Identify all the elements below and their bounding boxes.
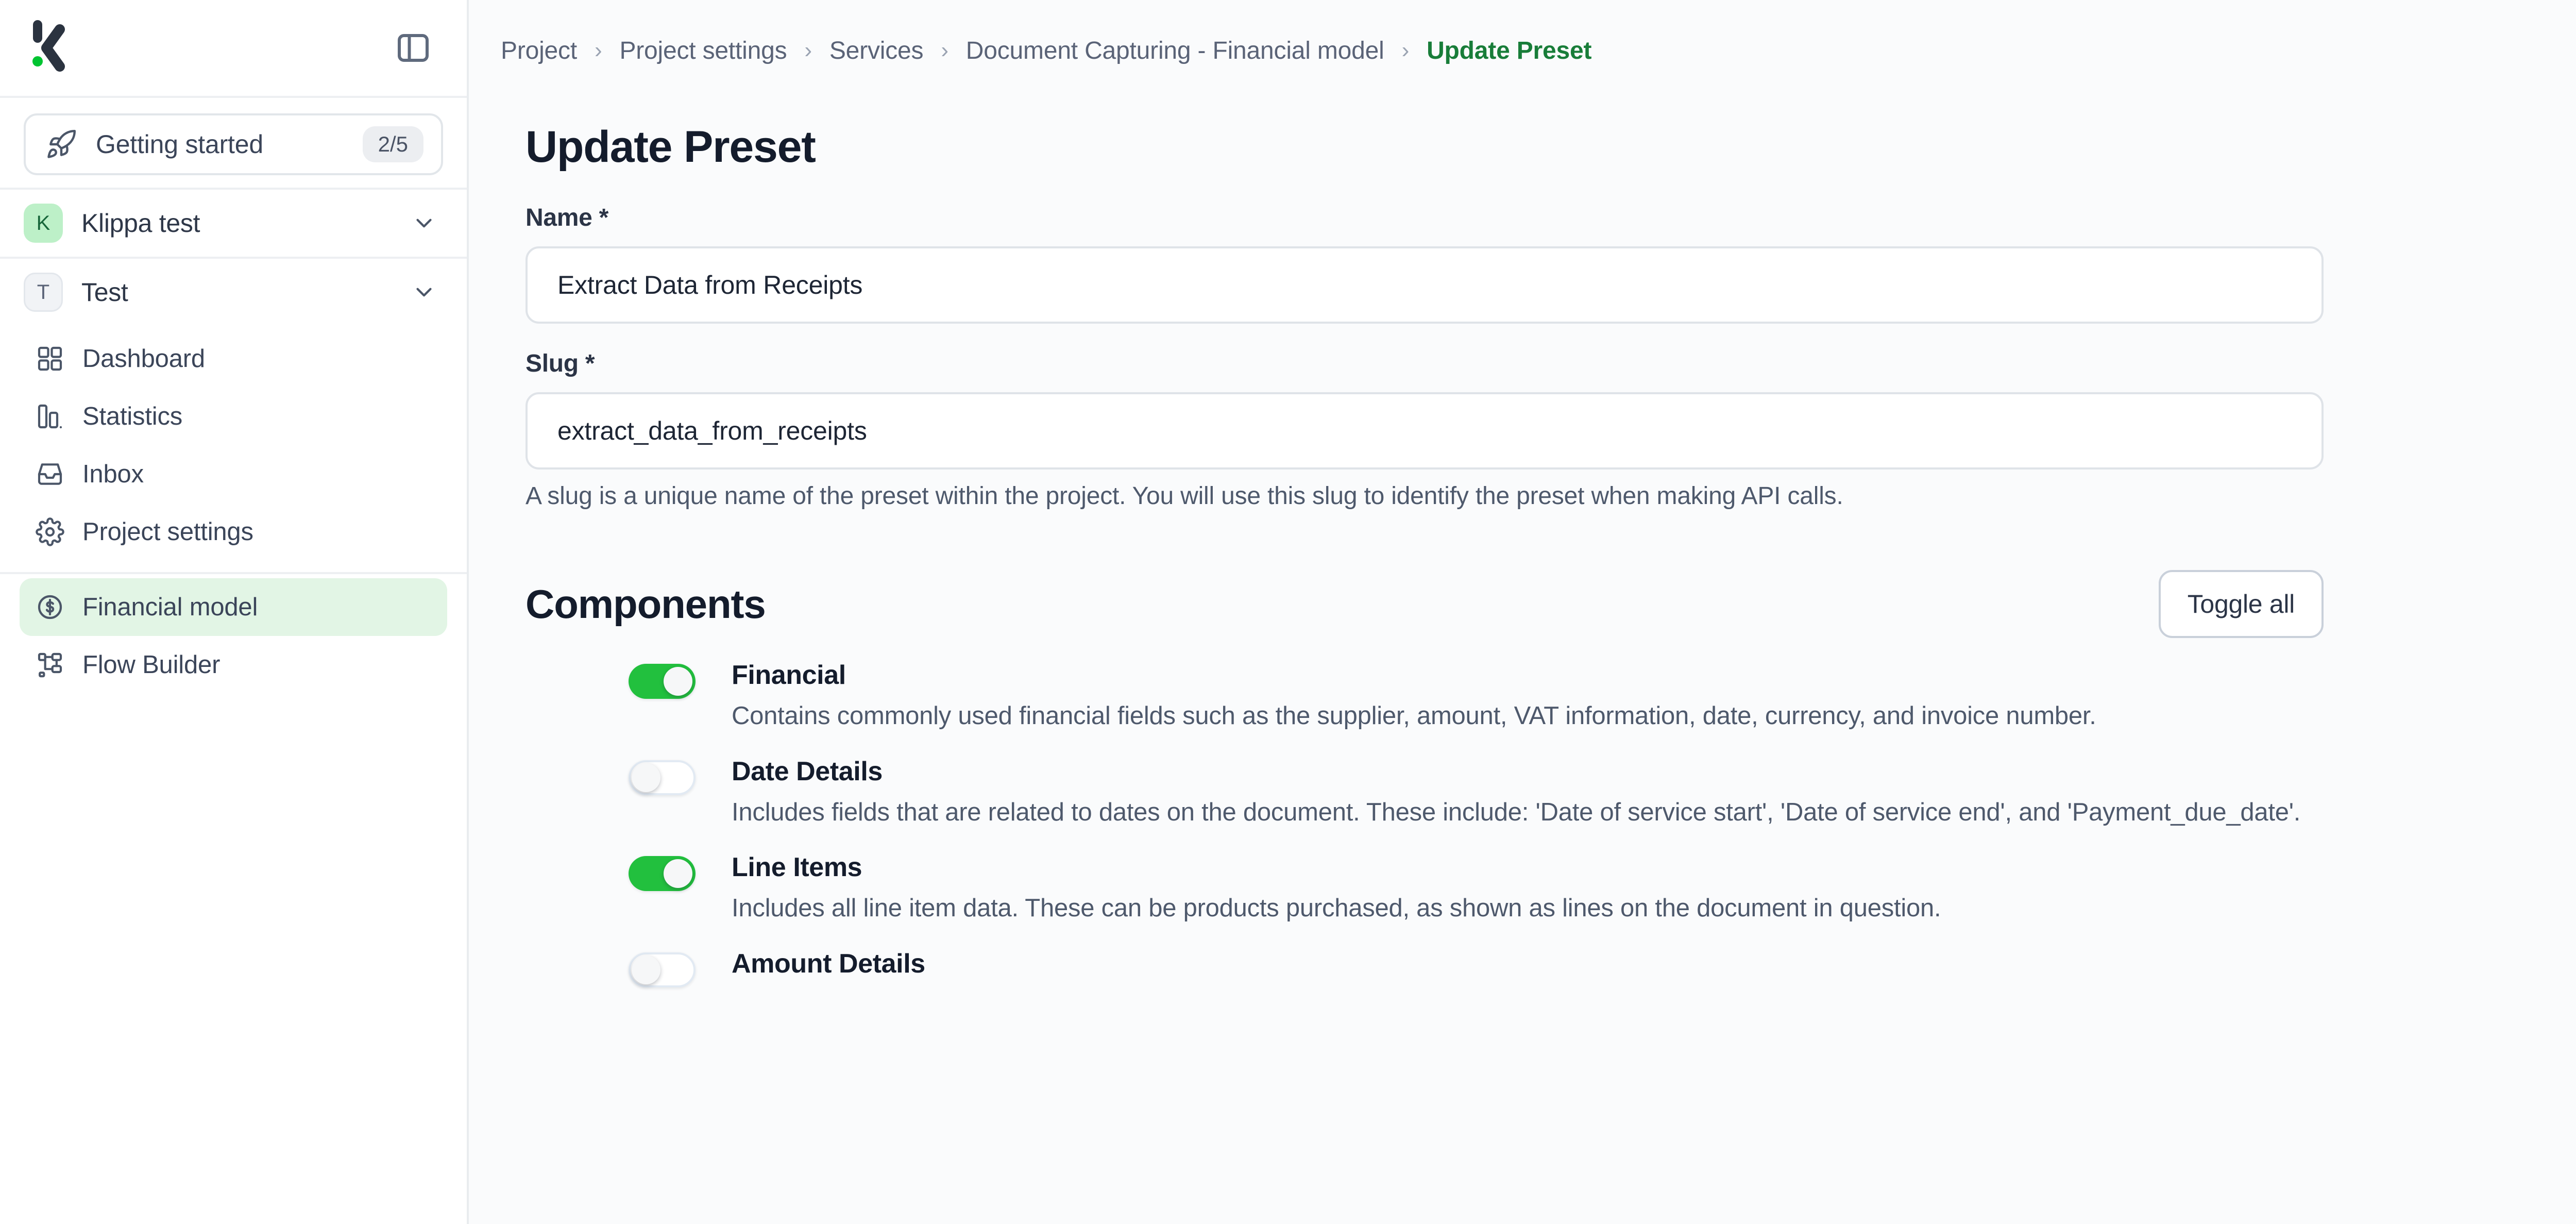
gear-icon [35,517,65,547]
main-content: Project › Project settings › Services › … [469,0,2576,1224]
name-field-label: Name * [526,204,2576,232]
toggle-knob [632,955,660,984]
primary-nav: Dashboard Statistics Inbox [0,326,467,572]
toggle-all-button[interactable]: Toggle all [2159,570,2324,638]
name-field-group: Name * Extract Data from Receipts [526,204,2576,324]
project-name: Test [81,277,411,307]
toggle-wrapper [629,948,732,987]
grid-icon [35,344,65,374]
component-row-date-details: Date Details Includes fields that are re… [629,756,2576,830]
getting-started-label: Getting started [96,129,363,159]
component-name: Financial [732,660,2427,691]
chevron-down-icon [411,210,437,236]
slug-help-text: A slug is a unique name of the preset wi… [526,482,2576,510]
getting-started-button[interactable]: Getting started 2/5 [24,113,443,175]
sidebar-item-label: Statistics [82,402,182,431]
sidebar-item-inbox[interactable]: Inbox [20,445,447,503]
project-avatar: T [24,273,63,312]
form-area: Update Preset Name * Extract Data from R… [469,101,2576,1010]
breadcrumb-item-document-capturing[interactable]: Document Capturing - Financial model [966,37,1384,65]
sidebar-panel-toggle-icon[interactable] [389,24,437,72]
components-title: Components [526,581,766,628]
slug-field-label: Slug * [526,349,2576,378]
organization-switcher[interactable]: K Klippa test [0,190,467,257]
components-header: Components Toggle all [526,570,2324,638]
toggle-wrapper [629,756,732,830]
organization-avatar: K [24,204,63,243]
component-name: Line Items [732,852,2427,883]
sidebar-item-label: Financial model [82,593,258,622]
component-toggle-amount-details[interactable] [629,952,696,987]
slug-field-group: Slug * extract_data_from_receipts A slug… [526,349,2576,510]
component-row-line-items: Line Items Includes all line item data. … [629,852,2576,926]
getting-started-section: Getting started 2/5 [0,98,467,188]
component-description: Includes all line item data. These can b… [732,891,2427,926]
sidebar-item-dashboard[interactable]: Dashboard [20,330,447,388]
sidebar-item-statistics[interactable]: Statistics [20,388,447,445]
slug-input[interactable]: extract_data_from_receipts [526,392,2324,470]
component-toggle-financial[interactable] [629,664,696,699]
component-description: Includes fields that are related to date… [732,795,2427,830]
sidebar-item-financial-model[interactable]: Financial model [20,578,447,636]
sidebar: Getting started 2/5 K Klippa test T Test [0,0,469,1224]
breadcrumb-separator: › [941,38,948,63]
sidebar-item-flow-builder[interactable]: Flow Builder [20,636,447,694]
app-root: Getting started 2/5 K Klippa test T Test [0,0,2576,1224]
sidebar-header [0,0,467,98]
bar-chart-icon [35,401,65,431]
services-nav: Financial model Flow Builder [0,574,467,705]
dollar-circle-icon [35,592,65,622]
name-input[interactable]: Extract Data from Receipts [526,246,2324,324]
project-switcher[interactable]: T Test [0,259,467,326]
breadcrumb-separator: › [804,38,811,63]
organization-name: Klippa test [81,208,411,238]
component-toggle-line-items[interactable] [629,856,696,891]
breadcrumb-item-services[interactable]: Services [829,37,923,65]
klippa-logo-icon[interactable] [26,17,77,79]
flow-builder-icon [35,650,65,680]
component-row-financial: Financial Contains commonly used financi… [629,660,2576,733]
breadcrumb-separator: › [595,38,602,63]
sidebar-item-label: Inbox [82,460,144,489]
toggle-wrapper [629,852,732,926]
components-list: Financial Contains commonly used financi… [526,660,2576,987]
sidebar-item-project-settings[interactable]: Project settings [20,503,447,561]
breadcrumb-item-update-preset: Update Preset [1427,37,1591,65]
component-body: Financial Contains commonly used financi… [732,660,2427,733]
component-row-amount-details: Amount Details [629,948,2576,987]
component-name: Amount Details [732,948,2427,979]
sidebar-item-label: Flow Builder [82,650,220,679]
component-body: Amount Details [732,948,2427,987]
getting-started-progress-badge: 2/5 [363,126,423,162]
breadcrumb-item-project[interactable]: Project [501,37,577,65]
page-title: Update Preset [526,122,2576,173]
component-toggle-date-details[interactable] [629,760,696,795]
component-body: Date Details Includes fields that are re… [732,756,2427,830]
rocket-icon [45,128,77,160]
component-description: Contains commonly used financial fields … [732,699,2427,733]
sidebar-item-label: Project settings [82,517,253,546]
component-name: Date Details [732,756,2427,787]
breadcrumb: Project › Project settings › Services › … [469,0,2576,101]
toggle-wrapper [629,660,732,733]
toggle-knob [664,859,692,888]
inbox-icon [35,459,65,489]
breadcrumb-item-project-settings[interactable]: Project settings [619,37,787,65]
sidebar-item-label: Dashboard [82,344,205,373]
component-body: Line Items Includes all line item data. … [732,852,2427,926]
toggle-knob [632,763,660,792]
chevron-down-icon [411,279,437,305]
breadcrumb-separator: › [1402,38,1409,63]
toggle-knob [664,667,692,696]
